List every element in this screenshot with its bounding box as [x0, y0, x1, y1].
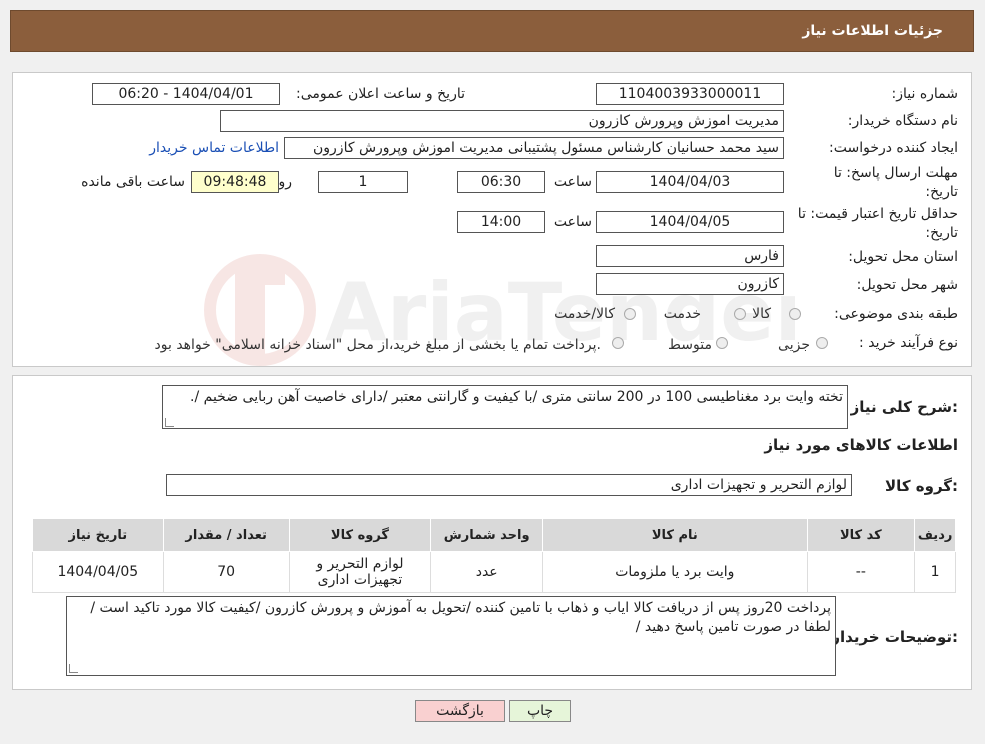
purchase-option-medium: متوسط: [668, 337, 712, 353]
deadline-date-field: 1404/04/03: [596, 171, 784, 193]
category-radio-service[interactable]: [734, 308, 746, 320]
col-row-number: ردیف: [914, 518, 956, 552]
category-radio-goods-service[interactable]: [624, 308, 636, 320]
goods-table-header: ردیف کد کالا نام کالا واحد شمارش گروه کا…: [32, 518, 956, 552]
category-label: طبقه بندی موضوعی:: [834, 306, 958, 322]
purchase-type-label: نوع فرآیند خرید :: [859, 335, 958, 351]
need-number-label: شماره نیاز:: [891, 86, 959, 102]
cell-row-number: 1: [914, 551, 956, 593]
category-radio-goods[interactable]: [789, 308, 801, 320]
purchase-radio-medium[interactable]: [716, 337, 728, 349]
col-name: نام کالا: [542, 518, 808, 552]
back-button[interactable]: بازگشت: [415, 700, 505, 722]
city-label: شهر محل تحویل:: [856, 277, 958, 293]
col-qty: تعداد / مقدار: [162, 518, 290, 552]
col-unit: واحد شمارش: [430, 518, 544, 552]
deadline-label-date: تاریخ:: [925, 184, 958, 200]
purchase-option-minor: جزیی: [778, 337, 810, 353]
cell-unit: عدد: [430, 551, 544, 593]
summary-resize-grip-icon[interactable]: [165, 418, 174, 427]
cell-group-line2: تجهیزات اداری: [317, 572, 403, 588]
page-title: جزئیات اطلاعات نیاز: [802, 23, 943, 39]
validity-label: حداقل تاریخ اعتبار قیمت: تا: [797, 206, 958, 222]
cell-date: 1404/04/05: [32, 551, 164, 593]
buyer-notes-textarea[interactable]: پرداخت 20روز پس از دریافت کالا ایاب و ذه…: [66, 596, 836, 676]
remaining-time-field: 09:48:48: [191, 171, 279, 193]
category-option-goods-service: کالا/خدمت: [554, 306, 615, 322]
summary-label: شرح کلی نیاز:: [850, 398, 958, 416]
goods-group-field: لوازم التحریر و تجهیزات اداری: [166, 474, 852, 496]
watermark: AriaTender.neT: [195, 250, 985, 374]
summary-textarea[interactable]: تخته وایت برد مغناطیسی 100 در 200 سانتی …: [162, 385, 848, 429]
validity-time-field: 14:00: [457, 211, 545, 233]
creator-field: سید محمد حسانیان کارشناس مسئول پشتیبانی …: [284, 137, 784, 159]
page-header: جزئیات اطلاعات نیاز: [10, 10, 974, 52]
validity-label-date: تاریخ:: [925, 225, 958, 241]
city-field: کازرون: [596, 273, 784, 295]
buyer-notes-label: توضیحات خریدار:: [831, 628, 958, 646]
purchase-radio-minor[interactable]: [816, 337, 828, 349]
buyer-org-label: نام دستگاه خریدار:: [847, 113, 958, 129]
print-button[interactable]: چاپ: [509, 700, 571, 722]
category-option-service: خدمت: [663, 306, 701, 322]
buyer-org-field: مدیریت اموزش وپرورش کازرون: [220, 110, 784, 132]
category-option-goods: کالا: [752, 306, 771, 322]
province-field: فارس: [596, 245, 784, 267]
goods-section-title: اطلاعات کالاهای مورد نیاز: [764, 436, 958, 454]
deadline-label: مهلت ارسال پاسخ: تا: [833, 165, 958, 181]
goods-table: ردیف کد کالا نام کالا واحد شمارش گروه کا…: [32, 518, 956, 593]
days-remaining-field: 1: [318, 171, 408, 193]
buyer-notes-text: پرداخت 20روز پس از دریافت کالا ایاب و ذه…: [90, 600, 831, 635]
cell-group: لوازم التحریر و تجهیزات اداری: [288, 551, 432, 593]
deadline-time-label: ساعت: [553, 174, 592, 190]
goods-group-label: گروه کالا:: [885, 477, 958, 495]
need-number-field: 1104003933000011: [596, 83, 784, 105]
table-row: 1 -- وایت برد یا ملزومات عدد لوازم التحر…: [32, 551, 956, 593]
province-label: استان محل تحویل:: [848, 249, 958, 265]
validity-date-field: 1404/04/05: [596, 211, 784, 233]
cell-code: --: [806, 551, 916, 593]
buyer-contact-link[interactable]: اطلاعات تماس خریدار: [149, 140, 279, 156]
cell-name: وایت برد یا ملزومات: [542, 551, 808, 593]
col-code: کد کالا: [806, 518, 916, 552]
announce-field: 1404/04/01 - 06:20: [92, 83, 280, 105]
buyer-notes-resize-grip-icon[interactable]: [69, 664, 78, 673]
announce-label: تاریخ و ساعت اعلان عمومی:: [296, 86, 465, 102]
cell-group-line1: لوازم التحریر و: [316, 556, 404, 572]
purchase-radio-treasury[interactable]: [612, 337, 624, 349]
col-group: گروه کالا: [288, 518, 432, 552]
deadline-time-field: 06:30: [457, 171, 545, 193]
creator-label: ایجاد کننده درخواست:: [829, 140, 958, 156]
remaining-label: ساعت باقی مانده: [81, 174, 185, 190]
payment-note: پرداخت تمام یا بخشی از مبلغ خرید،از محل …: [154, 337, 601, 353]
summary-text: تخته وایت برد مغناطیسی 100 در 200 سانتی …: [190, 389, 843, 405]
cell-qty: 70: [162, 551, 290, 593]
validity-time-label: ساعت: [553, 214, 592, 230]
col-date: تاریخ نیاز: [32, 518, 164, 552]
